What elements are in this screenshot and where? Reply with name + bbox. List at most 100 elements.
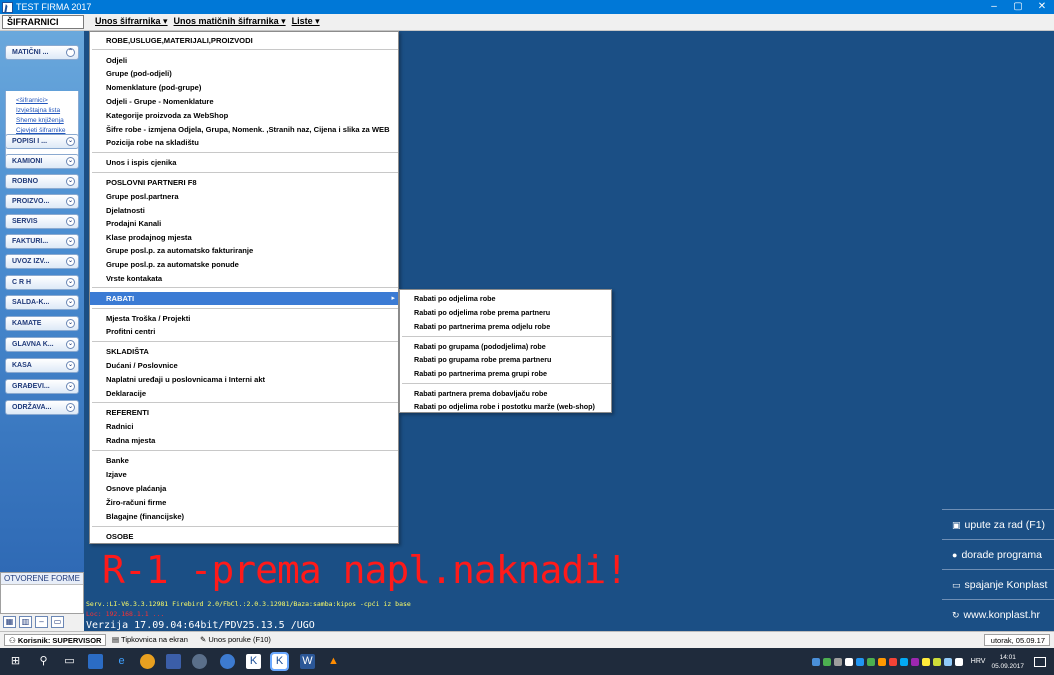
task-view-icon[interactable]: ▭ — [62, 654, 77, 669]
minimize-all-icon[interactable]: – — [35, 616, 48, 628]
chrome-icon[interactable] — [140, 654, 155, 669]
language-indicator[interactable]: HRV — [971, 658, 986, 665]
word-icon[interactable]: W — [300, 654, 315, 669]
message-button[interactable]: ✎ Unos poruke (F10) — [200, 634, 271, 646]
submenu-item-rabati-partneri-odjel[interactable]: Rabati po partnerima prema odjelu robe — [400, 320, 611, 333]
konplast-app-icon[interactable]: K — [246, 654, 261, 669]
menu-item-mjesta-troska[interactable]: Mjesta Troška / Projekti — [90, 312, 398, 325]
cascade-icon[interactable]: ▥ — [19, 616, 32, 628]
tray-app-icon[interactable] — [877, 657, 886, 666]
restore-all-icon[interactable]: ▭ — [51, 616, 64, 628]
menu-item-odjeli-grupe[interactable]: Odjeli - Grupe - Nomenklature — [90, 95, 398, 108]
tray-app-icon[interactable] — [811, 657, 820, 666]
tray-app-icon[interactable] — [855, 657, 864, 666]
sidebar-item-salda-konti[interactable]: SALDA-K... ⌄ — [5, 295, 79, 310]
menu-liste[interactable]: Liste ▾ — [292, 16, 320, 27]
tray-app-icon[interactable] — [932, 657, 941, 666]
network-icon[interactable] — [943, 657, 952, 666]
menu-item-nomenklature[interactable]: Nomenklature (pod-grupe) — [90, 81, 398, 94]
menu-item-radnici[interactable]: Radnici — [90, 420, 398, 433]
menu-item-pozicija[interactable]: Pozicija robe na skladištu — [90, 136, 398, 149]
menu-item-grupe-fakturiranje[interactable]: Grupe posl.p. za automatsko fakturiranje — [90, 244, 398, 257]
tray-app-icon[interactable] — [921, 657, 930, 666]
search-icon[interactable]: ⚲ — [36, 654, 51, 669]
link-dorade[interactable]: ● dorade programa — [942, 539, 1054, 569]
tray-app-icon[interactable] — [910, 657, 919, 666]
menu-item-vrste-kontakata[interactable]: Vrste kontakata — [90, 272, 398, 285]
sidebar-item-kasa[interactable]: KASA ⌄ — [5, 358, 79, 373]
menu-unos-sifrarnika[interactable]: Unos šifrarnika ▾ — [95, 16, 168, 27]
submenu-item-rabati-grupe[interactable]: Rabati po grupama (pododjelima) robe — [400, 340, 611, 353]
clock[interactable]: 14:01 05.09.2017 — [991, 653, 1024, 671]
menu-item-prodajni-kanali[interactable]: Prodajni Kanali — [90, 217, 398, 230]
notification-icon[interactable] — [1034, 656, 1046, 667]
edge-icon[interactable]: e — [114, 654, 129, 669]
menu-item-osnove-placanja[interactable]: Osnove plaćanja — [90, 482, 398, 495]
link-upute[interactable]: ▣ upute za rad (F1) — [942, 509, 1054, 539]
volume-icon[interactable] — [954, 657, 963, 666]
menu-item-grupe-ponude[interactable]: Grupe posl.p. za automatske ponude — [90, 258, 398, 271]
menu-item-referenti[interactable]: REFERENTI — [90, 406, 398, 419]
menu-item-deklaracije[interactable]: Deklaracije — [90, 387, 398, 400]
link-website[interactable]: ↻ www.konplast.hr — [942, 599, 1054, 629]
menu-item-grupe-partnera[interactable]: Grupe posl.partnera — [90, 190, 398, 203]
tray-app-icon[interactable] — [899, 657, 908, 666]
tray-app-icon[interactable] — [888, 657, 897, 666]
sidebar-item-servis[interactable]: SERVIS ⌄ — [5, 214, 79, 229]
menu-item-ducani[interactable]: Dućani / Poslovnice — [90, 359, 398, 372]
menu-item-grupe[interactable]: Grupe (pod-odjeli) — [90, 67, 398, 80]
menu-item-radna-mjesta[interactable]: Radna mjesta — [90, 434, 398, 447]
sidebar-item-popisi[interactable]: POPISI I ... ⌄ — [5, 134, 79, 149]
tray-app-icon[interactable] — [844, 657, 853, 666]
maximize-button[interactable]: ▢ — [1006, 0, 1030, 14]
desktop-app-icon[interactable] — [88, 654, 103, 669]
sidebar-item-gradevinarstvo[interactable]: GRAĐEVI... ⌄ — [5, 379, 79, 394]
tile-icon[interactable]: ▦ — [3, 616, 16, 628]
network-app-icon[interactable] — [192, 654, 207, 669]
link-spajanje[interactable]: ▭ spajanje Konplast — [942, 569, 1054, 599]
menu-item-ziro-racuni[interactable]: Žiro-računi firme — [90, 496, 398, 509]
sidebar-item-proizvodnja[interactable]: PROIZVO... ⌄ — [5, 194, 79, 209]
menu-item-odjeli[interactable]: Odjeli — [90, 54, 398, 67]
minimize-button[interactable]: – — [982, 0, 1006, 14]
sidebar-item-uvoz-izvoz[interactable]: UVOZ IZV... ⌄ — [5, 254, 79, 269]
sidebar-item-kamate[interactable]: KAMATE ⌄ — [5, 316, 79, 331]
menu-item-klase[interactable]: Klase prodajnog mjesta — [90, 231, 398, 244]
tray-app-icon[interactable] — [866, 657, 875, 666]
submenu-item-rabati-grupe-partner[interactable]: Rabati po grupama robe prema partneru — [400, 353, 611, 366]
sidebar-item-crh[interactable]: C R H ⌄ — [5, 275, 79, 290]
sidebar-link-izvjestajna-lista[interactable]: Izvještajna lista — [16, 107, 78, 114]
sidebar-item-robno[interactable]: ROBNO ⌄ — [5, 174, 79, 189]
menu-item-robe[interactable]: ROBE,USLUGE,MATERIJALI,PROIZVODI — [90, 34, 398, 47]
submenu-item-rabati-odjeli[interactable]: Rabati po odjelima robe — [400, 292, 611, 305]
menu-item-izjave[interactable]: Izjave — [90, 468, 398, 481]
sidebar-item-fakturiranje[interactable]: FAKTURI... ⌄ — [5, 234, 79, 249]
menu-item-osobe[interactable]: OSOBE — [90, 530, 398, 543]
menu-item-poslovni-partneri[interactable]: POSLOVNI PARTNERI F8 — [90, 176, 398, 189]
submenu-item-rabati-dobavljac[interactable]: Rabati partnera prema dobavljaču robe — [400, 387, 611, 400]
menu-item-blagajne[interactable]: Blagajne (financijske) — [90, 510, 398, 523]
sidebar-item-odrzavanje[interactable]: ODRŽAVA... ⌄ — [5, 400, 79, 415]
konplast-active-icon[interactable]: K — [270, 652, 289, 671]
menu-item-cjenik[interactable]: Unos i ispis cjenika — [90, 156, 398, 169]
menu-item-rabati[interactable]: RABATI ▸ — [90, 292, 398, 305]
tray-app-icon[interactable] — [822, 657, 831, 666]
windows-start-icon[interactable]: ⊞ — [8, 654, 23, 669]
submenu-item-rabati-marza[interactable]: Rabati po odjelima robe i postotku marže… — [400, 400, 611, 413]
tray-app-icon[interactable] — [833, 657, 842, 666]
sidebar-link-cjevjeti[interactable]: Cjevjeti šifrarnike — [16, 127, 78, 134]
sidebar-link-sheme-knjizenja[interactable]: Sheme knjiženja — [16, 117, 78, 124]
menu-item-kategorije[interactable]: Kategorije proizvoda za WebShop — [90, 109, 398, 122]
menu-item-sifre-robe[interactable]: Šifre robe - izmjena Odjela, Grupa, Nome… — [90, 123, 398, 136]
submenu-item-rabati-odjeli-partner[interactable]: Rabati po odjelima robe prema partneru — [400, 306, 611, 319]
submenu-item-rabati-partneri-grupa[interactable]: Rabati po partnerima prema grupi robe — [400, 367, 611, 380]
sidebar-item-maticni[interactable]: MATIČNI ... ⌃ — [5, 45, 79, 60]
browser-app-icon[interactable] — [220, 654, 235, 669]
menu-item-profitni-centri[interactable]: Profitni centri — [90, 325, 398, 338]
menu-item-naplatni-uredaji[interactable]: Naplatni uređaji u poslovnicama i Intern… — [90, 373, 398, 386]
menu-item-banke[interactable]: Banke — [90, 454, 398, 467]
keyboard-button[interactable]: ▤ Tipkovnica na ekran — [112, 634, 188, 646]
sidebar-link-sifrarnici[interactable]: <šifrarnici> — [16, 97, 78, 104]
save-app-icon[interactable] — [166, 654, 181, 669]
close-button[interactable]: ✕ — [1030, 0, 1054, 14]
